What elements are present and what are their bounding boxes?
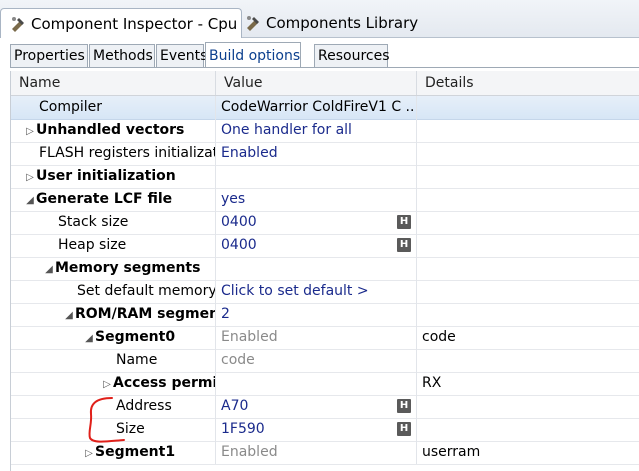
table-row[interactable]: ◢ Generate LCF file yes [11, 188, 639, 212]
row-value: CodeWarrior ColdFireV1 C ... [221, 99, 417, 115]
table-row[interactable]: ▷Access permissions RX [11, 372, 639, 396]
page-tab-bar: Properties Methods Events Build options … [10, 42, 639, 68]
row-value: Enabled [221, 329, 278, 345]
hex-mode-button[interactable]: H [397, 422, 411, 436]
row-details: RX [422, 375, 442, 391]
set-default-link[interactable]: Click to set default > [221, 283, 369, 299]
tab-methods[interactable]: Methods [89, 44, 155, 67]
tab-components-library-label: Components Library [266, 13, 419, 32]
row-value: One handler for all [221, 122, 352, 138]
components-library-icon [247, 15, 259, 31]
row-value: 1F590 [221, 421, 265, 437]
row-name: Set default memory segments [77, 283, 216, 299]
tab-component-inspector-label: Component Inspector - Cpu [31, 14, 238, 33]
hex-mode-button[interactable]: H [397, 215, 411, 229]
table-row[interactable]: ▷ Segment1 Enabled userram [11, 441, 639, 465]
row-name: Generate LCF file [36, 191, 173, 207]
properties-grid: Name Value Details Compiler CodeWarrior … [10, 71, 639, 471]
table-row[interactable]: ◢ Memory segments [11, 257, 639, 281]
table-row[interactable]: Name code [11, 349, 639, 373]
hex-mode-button[interactable]: H [397, 238, 411, 252]
tab-properties[interactable]: Properties [10, 44, 88, 67]
row-value: Enabled [221, 444, 278, 460]
table-row[interactable]: Set default memory segments Click to set… [11, 280, 639, 304]
row-value: yes [221, 191, 246, 207]
row-name: FLASH registers initialization [39, 145, 215, 161]
row-name: Stack size [58, 214, 129, 230]
row-name: Heap size [58, 237, 127, 253]
row-name: Access permissions [113, 375, 216, 391]
view-tab-bar: Component Inspector - Cpu ⊠ Components L… [0, 0, 639, 38]
table-row[interactable]: ◢ Segment0 Enabled code [11, 326, 639, 350]
table-row[interactable]: ▷ Unhandled vectors One handler for all [11, 119, 639, 143]
tab-events[interactable]: Events [156, 44, 207, 67]
row-name: Segment0 [95, 329, 176, 345]
table-row[interactable]: ◢ROM/RAM segments 2 [11, 303, 639, 327]
row-name: Address [116, 398, 172, 414]
column-header-name[interactable]: Name [11, 71, 216, 95]
row-value: 2 [221, 306, 230, 322]
row-name: Segment1 [95, 444, 176, 460]
expand-arrow-icon[interactable]: ▷ [83, 442, 95, 464]
row-value: Enabled [221, 145, 278, 161]
table-row[interactable]: Size 1F590 H [11, 418, 639, 442]
collapse-arrow-icon[interactable]: ◢ [43, 258, 55, 280]
column-header-value[interactable]: Value [216, 71, 417, 95]
table-row[interactable]: ▷ User initialization [11, 165, 639, 189]
row-value: 0400 [221, 237, 257, 253]
row-value: A70 [221, 398, 249, 414]
row-details: userram [422, 444, 481, 460]
row-name: User initialization [36, 168, 176, 184]
tab-build-options[interactable]: Build options [205, 42, 301, 68]
row-value: code [221, 352, 255, 368]
expand-arrow-icon[interactable]: ▷ [24, 120, 36, 142]
row-name: ROM/RAM segments [75, 306, 215, 322]
tab-components-library[interactable]: Components Library [243, 9, 443, 36]
expand-arrow-icon[interactable]: ▷ [24, 166, 36, 188]
table-row[interactable]: FLASH registers initialization Enabled [11, 142, 639, 166]
row-name: Compiler [39, 99, 103, 115]
table-row[interactable]: Compiler CodeWarrior ColdFireV1 C ... [11, 96, 639, 120]
table-row[interactable]: Stack size 0400 H [11, 211, 639, 235]
tab-component-inspector[interactable]: Component Inspector - Cpu ⊠ [0, 8, 242, 38]
row-details: code [422, 329, 456, 345]
row-name: Size [116, 421, 145, 437]
collapse-arrow-icon[interactable]: ◢ [63, 304, 75, 326]
table-row[interactable]: Heap size 0400 H [11, 234, 639, 258]
collapse-arrow-icon[interactable]: ◢ [83, 327, 95, 349]
close-icon[interactable]: ⊠ [241, 17, 242, 31]
component-inspector-icon [12, 16, 24, 32]
row-name: Name [116, 352, 158, 368]
row-value: 0400 [221, 214, 257, 230]
grid-header: Name Value Details [11, 71, 639, 96]
hex-mode-button[interactable]: H [397, 399, 411, 413]
column-header-details[interactable]: Details [417, 71, 639, 95]
collapse-arrow-icon[interactable]: ◢ [24, 189, 36, 211]
row-name: Memory segments [55, 260, 201, 276]
row-name: Unhandled vectors [36, 122, 185, 138]
expand-arrow-icon[interactable]: ▷ [101, 373, 113, 395]
table-row-empty [11, 464, 639, 471]
tab-divider [10, 67, 639, 68]
tab-resources[interactable]: Resources [314, 44, 390, 67]
table-row[interactable]: Address A70 H [11, 395, 639, 419]
